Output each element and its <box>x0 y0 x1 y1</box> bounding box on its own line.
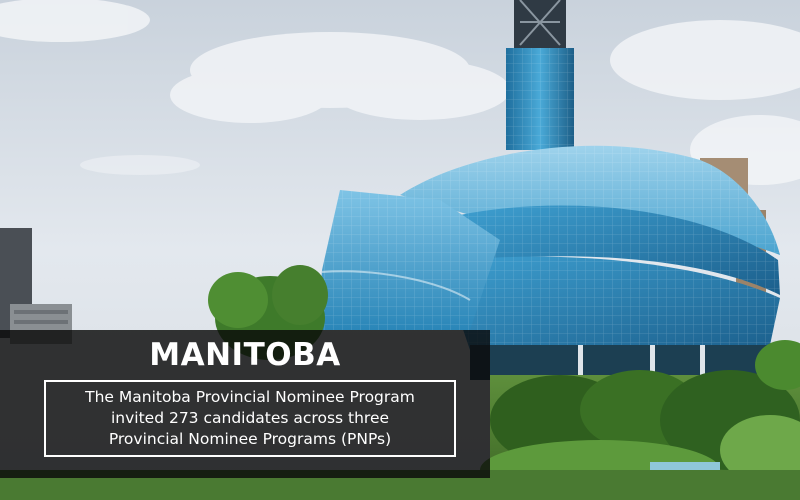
description-box: The Manitoba Provincial Nominee Program … <box>44 380 456 457</box>
hero-banner: MANITOBA The Manitoba Provincial Nominee… <box>0 0 800 500</box>
description-line: invited 273 candidates across three <box>110 409 390 427</box>
description-line: Provincial Nominee Programs (PNPs) <box>108 430 392 448</box>
tower <box>506 0 574 150</box>
description-line: The Manitoba Provincial Nominee Program <box>85 388 415 406</box>
description-text: The Manitoba Provincial Nominee Program … <box>79 387 421 450</box>
headline: MANITOBA <box>149 337 341 373</box>
